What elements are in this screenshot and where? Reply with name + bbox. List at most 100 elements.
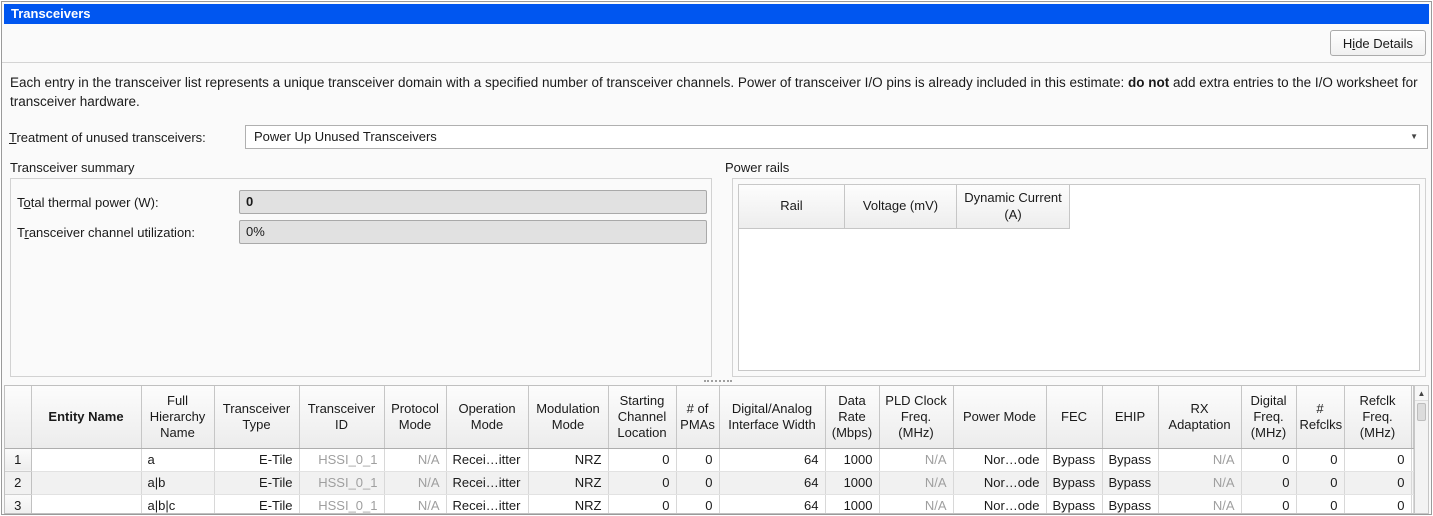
table-cell[interactable]: Recei…itter [446, 494, 528, 514]
table-cell[interactable]: 0 [1296, 471, 1344, 494]
table-cell[interactable]: 0 [676, 494, 719, 514]
table-cell[interactable]: Nor…ode [953, 471, 1046, 494]
col-rx-adaptation: RX Adaptation [1158, 386, 1241, 448]
col-num-refclks: # Refclks [1296, 386, 1344, 448]
col-digital-freq: Digital Freq. (MHz) [1241, 386, 1296, 448]
channel-utilization-field: 0% [239, 220, 707, 244]
table-cell[interactable] [31, 471, 141, 494]
table-cell[interactable]: 64 [719, 494, 825, 514]
col-transceiver-id: Transceiver ID [299, 386, 384, 448]
table-cell[interactable]: 1000 [825, 494, 879, 514]
table-cell[interactable]: NRZ [528, 471, 608, 494]
scrollbar-thumb[interactable] [1417, 403, 1426, 421]
table-cell[interactable]: 0 [1344, 448, 1411, 471]
table-cell[interactable]: Nor…ode [953, 494, 1046, 514]
table-cell[interactable]: 0 [1296, 448, 1344, 471]
table-cell[interactable]: 0 [1344, 494, 1411, 514]
table-cell[interactable]: 1000 [825, 448, 879, 471]
col-starting-channel-location: Starting Channel Location [608, 386, 676, 448]
col-num-pmas: # of PMAs [676, 386, 719, 448]
col-data-rate: Data Rate (Mbps) [825, 386, 879, 448]
table-cell[interactable]: N/A [1158, 471, 1241, 494]
col-transceiver-type: Transceiver Type [214, 386, 299, 448]
table-cell[interactable]: Nor…ode [953, 448, 1046, 471]
table-cell[interactable]: HSSI_0_1 [299, 471, 384, 494]
table-row: 1 a E-Tile HSSI_0_1 N/A Recei…itter NRZ … [5, 448, 1414, 471]
rails-col-dynamic-current: Dynamic Current (A) [957, 185, 1070, 229]
col-operation-mode: Operation Mode [446, 386, 528, 448]
table-cell[interactable]: 0 [608, 494, 676, 514]
table-cell[interactable]: a [141, 448, 214, 471]
table-cell[interactable]: Bypass [1102, 448, 1158, 471]
table-cell[interactable]: 64 [719, 471, 825, 494]
row-number[interactable]: 3 [5, 494, 31, 514]
table-cell[interactable]: Recei…itter [446, 448, 528, 471]
table-cell[interactable]: N/A [384, 471, 446, 494]
table-cell[interactable]: E-Tile [214, 494, 299, 514]
table-cell[interactable]: N/A [879, 494, 953, 514]
table-cell[interactable]: 0 [1241, 494, 1296, 514]
power-rails-label: Power rails [725, 160, 789, 175]
table-cell[interactable]: 0 [676, 471, 719, 494]
table-cell[interactable]: 0 [676, 448, 719, 471]
total-thermal-power-field: 0 [239, 190, 707, 214]
table-cell[interactable]: N/A [384, 494, 446, 514]
table-header-row: Entity Name Full Hierarchy Name Transcei… [5, 386, 1414, 448]
col-refclk-freq: Refclk Freq. (MHz) [1344, 386, 1411, 448]
dropdown-arrow-icon[interactable]: ▼ [1410, 126, 1418, 148]
table-cell[interactable]: a|b [141, 471, 214, 494]
col-pld-clock-freq: PLD Clock Freq. (MHz) [879, 386, 953, 448]
transceiver-table-region: Entity Name Full Hierarchy Name Transcei… [4, 385, 1429, 514]
row-number[interactable]: 1 [5, 448, 31, 471]
row-number[interactable]: 2 [5, 471, 31, 494]
table-cell[interactable]: E-Tile [214, 471, 299, 494]
table-cell[interactable]: 0 [608, 448, 676, 471]
col-protocol-mode: Protocol Mode [384, 386, 446, 448]
table-cell[interactable]: 0 [608, 471, 676, 494]
col-power-mode: Power Mode [953, 386, 1046, 448]
vertical-scrollbar[interactable]: ▲ [1414, 385, 1429, 514]
table-cell[interactable]: Bypass [1102, 494, 1158, 514]
table-cell[interactable]: 1000 [825, 471, 879, 494]
table-cell[interactable]: NRZ [528, 448, 608, 471]
table-cell[interactable]: N/A [1158, 448, 1241, 471]
table-cell[interactable]: Bypass [1046, 494, 1102, 514]
table-cell[interactable] [31, 448, 141, 471]
table-cell[interactable]: HSSI_0_1 [299, 494, 384, 514]
table-cell[interactable]: 0 [1296, 494, 1344, 514]
rails-col-rail: Rail [739, 185, 845, 229]
col-ehip: EHIP [1102, 386, 1158, 448]
table-cell[interactable]: NRZ [528, 494, 608, 514]
treatment-selected-value: Power Up Unused Transceivers [254, 129, 437, 144]
table-cell[interactable] [31, 494, 141, 514]
hide-details-button[interactable]: Hide Details [1330, 30, 1426, 56]
separator [2, 62, 1431, 63]
col-modulation-mode: Modulation Mode [528, 386, 608, 448]
table-cell[interactable]: 0 [1241, 448, 1296, 471]
power-rails-table: Rail Voltage (mV) Dynamic Current (A) [738, 184, 1420, 371]
scroll-up-icon[interactable]: ▲ [1415, 386, 1428, 401]
treatment-select[interactable]: Power Up Unused Transceivers ▼ [245, 125, 1428, 149]
table-cell[interactable]: Recei…itter [446, 471, 528, 494]
treatment-label: Treatment of unused transceivers: [9, 130, 206, 145]
table-cell[interactable]: Bypass [1046, 471, 1102, 494]
table-cell[interactable]: 0 [1241, 471, 1296, 494]
col-full-hierarchy-name: Full Hierarchy Name [141, 386, 214, 448]
table-cell[interactable]: N/A [879, 471, 953, 494]
table-cell[interactable]: N/A [879, 448, 953, 471]
table-cell[interactable]: N/A [384, 448, 446, 471]
table-cell[interactable]: 64 [719, 448, 825, 471]
table-cell[interactable]: Bypass [1046, 448, 1102, 471]
col-entity-name: Entity Name [31, 386, 141, 448]
channel-utilization-label: Transceiver channel utilization: [17, 225, 195, 240]
table-cell[interactable]: HSSI_0_1 [299, 448, 384, 471]
table-cell[interactable]: a|b|c [141, 494, 214, 514]
corner-header [5, 386, 31, 448]
table-cell[interactable]: N/A [1158, 494, 1241, 514]
table-cell[interactable]: E-Tile [214, 448, 299, 471]
table-cell[interactable]: Bypass [1102, 471, 1158, 494]
table-cell[interactable]: 0 [1344, 471, 1411, 494]
splitter-handle[interactable] [704, 380, 732, 382]
col-fec: FEC [1046, 386, 1102, 448]
transceiver-table: Entity Name Full Hierarchy Name Transcei… [4, 385, 1414, 514]
